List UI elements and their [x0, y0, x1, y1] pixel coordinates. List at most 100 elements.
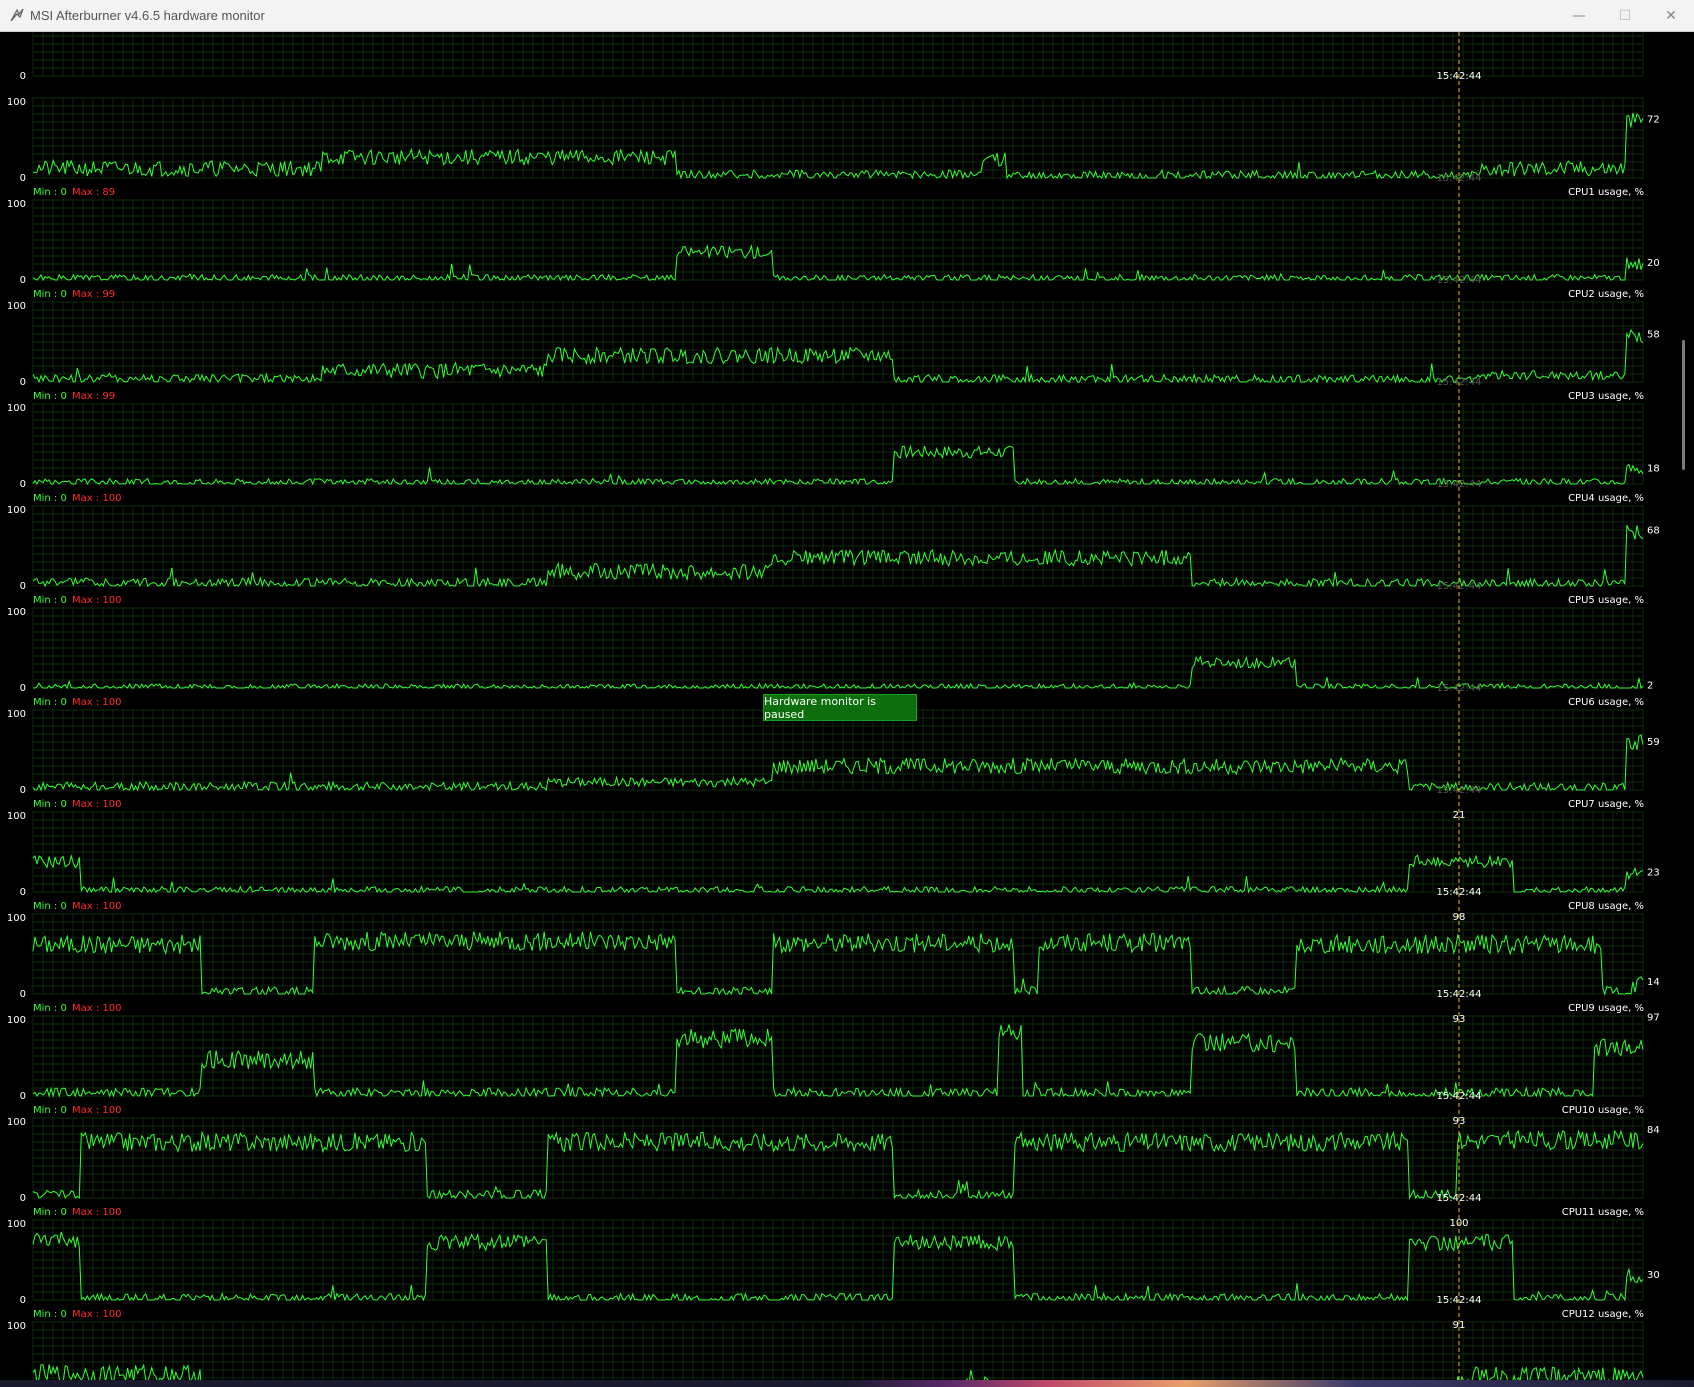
y-axis-max-label: 100 — [7, 1219, 26, 1230]
graph-title: CPU3 usage, % — [1568, 391, 1644, 402]
max-label: Max : 100 — [72, 493, 122, 504]
current-value-label: 84 — [1647, 1125, 1660, 1136]
y-axis-max-label: 100 — [7, 301, 26, 312]
y-axis-max-label: 100 — [7, 709, 26, 720]
graph-title: CPU1 usage, % — [1568, 187, 1644, 198]
graph-panel — [32, 709, 1644, 792]
current-value-label: 30 — [1647, 1270, 1660, 1281]
current-value-label: 14 — [1647, 977, 1660, 988]
min-label: Min : 0 — [33, 391, 67, 402]
min-label: Min : 0 — [33, 187, 67, 198]
current-value-label: 68 — [1647, 526, 1660, 537]
min-label: Min : 0 — [33, 1003, 67, 1014]
min-label: Min : 0 — [33, 901, 67, 912]
min-label: Min : 0 — [33, 1207, 67, 1218]
graph-title: CPU10 usage, % — [1562, 1105, 1644, 1116]
y-axis-max-label: 100 — [7, 811, 26, 822]
usage-series-line — [32, 853, 1644, 894]
max-label: Max : 100 — [72, 901, 122, 912]
usage-series-line — [32, 112, 1644, 180]
graph-title: CPU12 usage, % — [1562, 1309, 1644, 1320]
y-axis-max-label: 100 — [7, 913, 26, 924]
usage-series-line — [32, 524, 1644, 588]
y-axis-max-label: 100 — [7, 199, 26, 210]
usage-series-line — [32, 1129, 1644, 1200]
y-axis-min-label: 0 — [20, 1193, 26, 1204]
max-label: Max : 100 — [72, 1003, 122, 1014]
desktop-taskbar-strip — [0, 1380, 1694, 1387]
vertical-scrollbar[interactable] — [1676, 32, 1694, 1387]
current-value-label: 20 — [1647, 258, 1660, 269]
max-label: Max : 99 — [72, 289, 115, 300]
min-label: Min : 0 — [33, 697, 67, 708]
min-label: Min : 0 — [33, 289, 67, 300]
graph-panel — [32, 199, 1644, 282]
close-button[interactable]: ✕ — [1648, 0, 1694, 31]
current-value-label: 23 — [1647, 868, 1660, 879]
max-label: Max : 100 — [72, 1309, 122, 1320]
usage-series-line — [32, 243, 1644, 282]
y-axis-min-label: 0 — [20, 989, 26, 1000]
max-label: Max : 100 — [72, 697, 122, 708]
graph-panel — [32, 1219, 1644, 1302]
min-label: Min : 0 — [33, 1309, 67, 1320]
y-axis-min-label: 0 — [20, 479, 26, 490]
graph-panel — [32, 811, 1644, 894]
minimize-button[interactable]: — — [1556, 0, 1602, 31]
max-label: Max : 89 — [72, 187, 115, 198]
current-value-label: 97 — [1647, 1012, 1660, 1023]
max-label: Max : 100 — [72, 1207, 122, 1218]
min-label: Min : 0 — [33, 595, 67, 606]
max-label: Max : 99 — [72, 391, 115, 402]
paused-status-banner: Hardware monitor is paused — [763, 694, 917, 721]
usage-series-line — [32, 1024, 1644, 1098]
graph-panel — [32, 913, 1644, 996]
current-value-label: 59 — [1647, 737, 1660, 748]
graph-panel — [32, 505, 1644, 588]
graph-title: CPU6 usage, % — [1568, 697, 1644, 708]
title-bar[interactable]: MSI Afterburner v4.6.5 hardware monitor … — [0, 0, 1694, 32]
graph-panel — [32, 1015, 1644, 1098]
graph-panel — [32, 1117, 1644, 1200]
max-label: Max : 100 — [72, 595, 122, 606]
y-axis-min-label: 0 — [20, 377, 26, 388]
scrollbar-thumb[interactable] — [1682, 340, 1685, 470]
graph-panel — [32, 1321, 1644, 1387]
y-axis-min-label: 0 — [20, 71, 26, 82]
current-value-label: 18 — [1647, 464, 1660, 475]
y-axis-max-label: 100 — [7, 1117, 26, 1128]
window-title: MSI Afterburner v4.6.5 hardware monitor — [30, 8, 265, 23]
usage-series-line — [32, 931, 1644, 996]
y-axis-min-label: 0 — [20, 581, 26, 592]
min-label: Min : 0 — [33, 799, 67, 810]
graph-panel — [32, 32, 1644, 77]
min-label: Min : 0 — [33, 1105, 67, 1116]
max-label: Max : 100 — [72, 1105, 122, 1116]
y-axis-max-label: 100 — [7, 1321, 26, 1332]
afterburner-app-icon — [10, 8, 24, 22]
y-axis-min-label: 0 — [20, 785, 26, 796]
y-axis-max-label: 100 — [7, 505, 26, 516]
graph-title: CPU11 usage, % — [1562, 1207, 1644, 1218]
y-axis-max-label: 100 — [7, 97, 26, 108]
y-axis-min-label: 0 — [20, 1091, 26, 1102]
graph-panel — [32, 301, 1644, 384]
y-axis-min-label: 0 — [20, 887, 26, 898]
maximize-button[interactable]: ☐ — [1602, 0, 1648, 31]
graph-panel — [32, 97, 1644, 180]
graph-panel — [32, 403, 1644, 486]
graph-panel — [32, 607, 1644, 690]
y-axis-min-label: 0 — [20, 275, 26, 286]
y-axis-max-label: 100 — [7, 1015, 26, 1026]
graph-title: CPU5 usage, % — [1568, 595, 1644, 606]
current-value-label: 72 — [1647, 114, 1660, 125]
max-label: Max : 100 — [72, 799, 122, 810]
graph-title: CPU4 usage, % — [1568, 493, 1644, 504]
graph-title: CPU9 usage, % — [1568, 1003, 1644, 1014]
afterburner-window: MSI Afterburner v4.6.5 hardware monitor … — [0, 0, 1694, 1387]
graph-title: CPU7 usage, % — [1568, 799, 1644, 810]
y-axis-min-label: 0 — [20, 683, 26, 694]
graph-title: CPU2 usage, % — [1568, 289, 1644, 300]
current-value-label: 58 — [1647, 330, 1660, 341]
current-value-label: 2 — [1647, 680, 1653, 691]
